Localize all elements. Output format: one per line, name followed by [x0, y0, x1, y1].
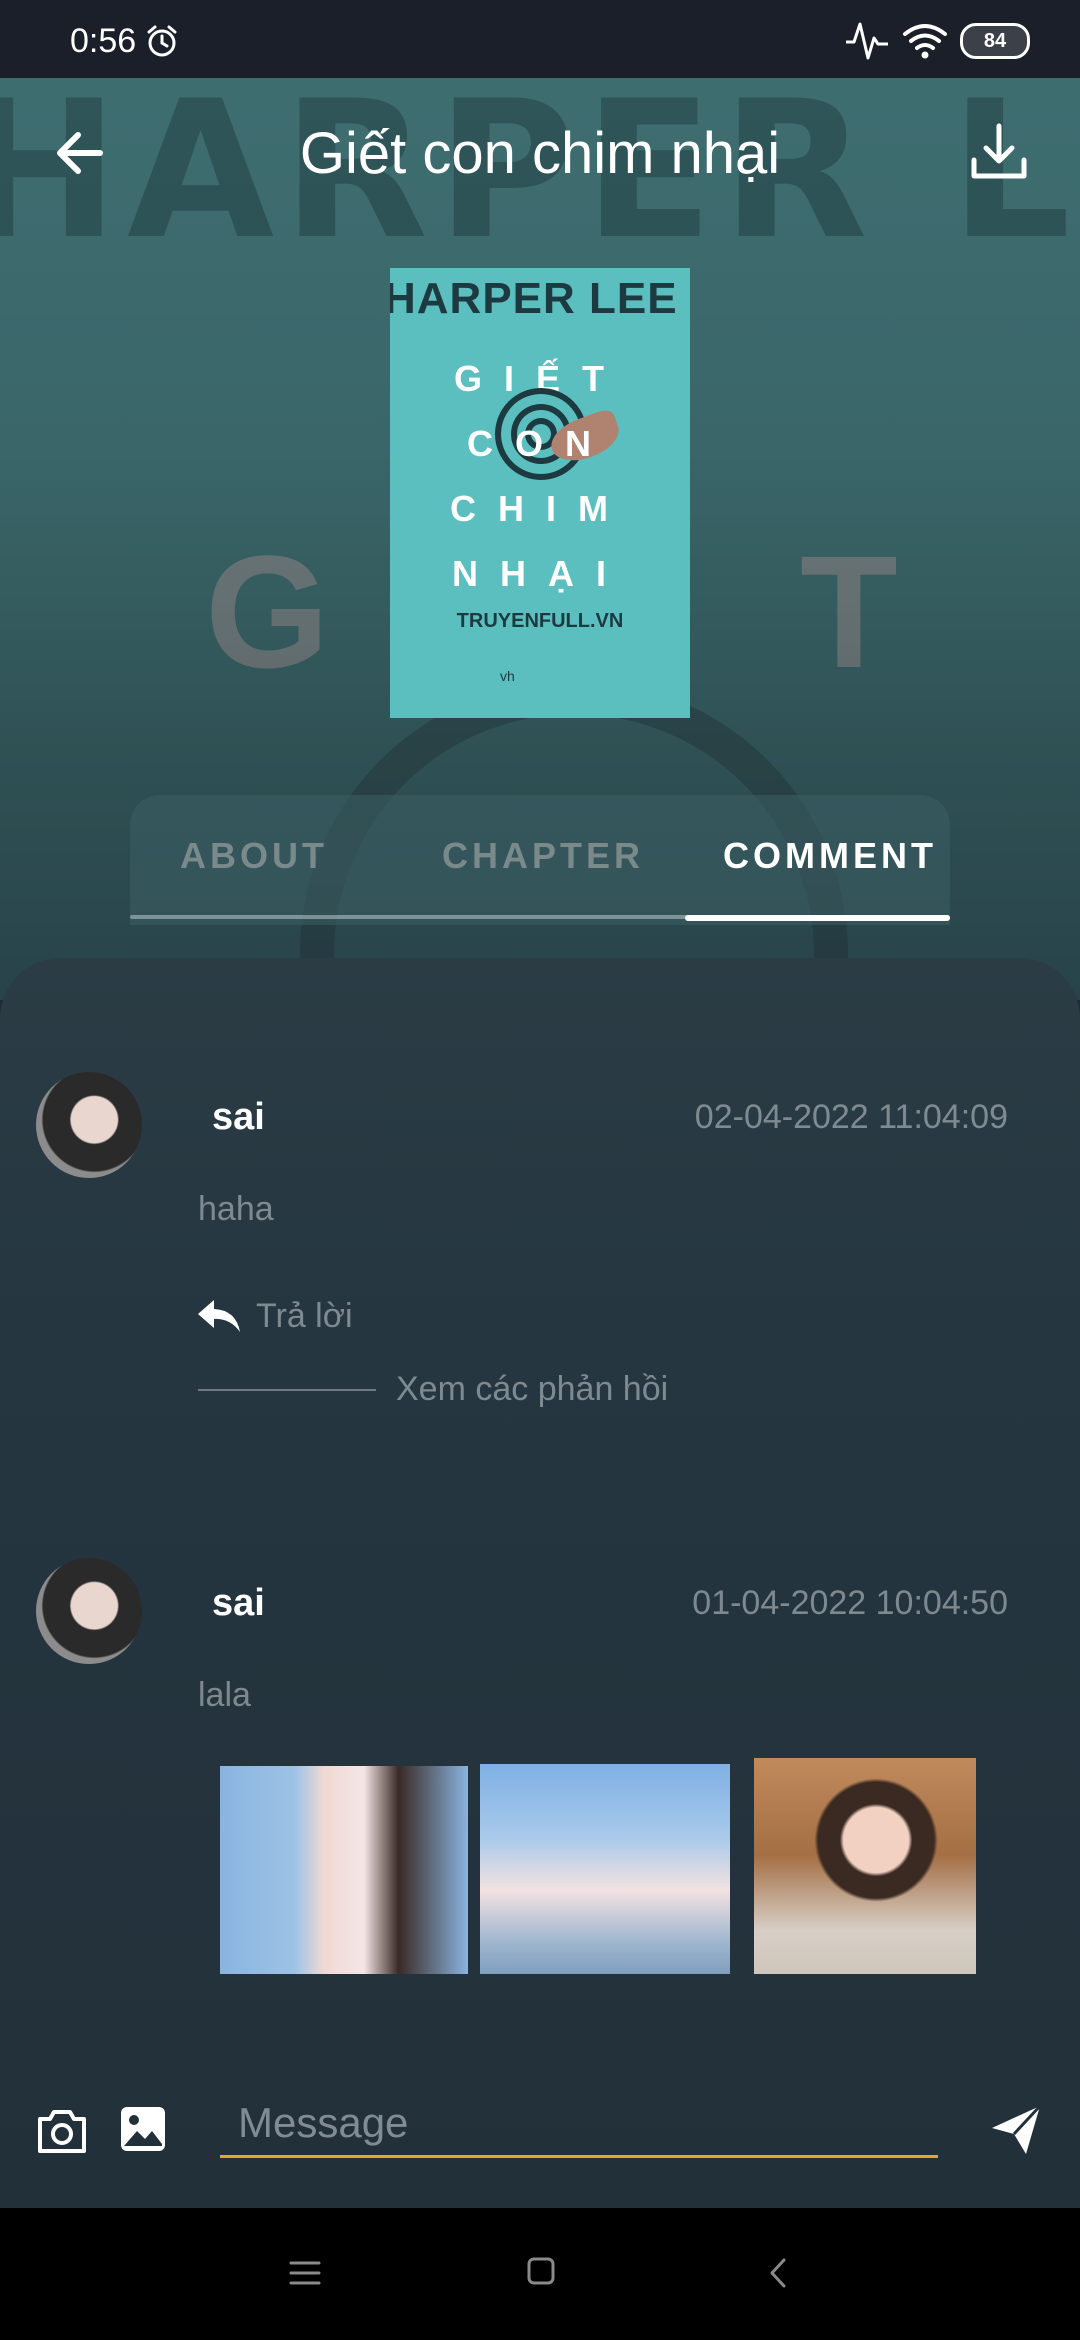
comment-photo[interactable] [220, 1766, 468, 1974]
send-icon[interactable] [990, 2104, 1042, 2156]
cover-author: HARPER LEE [390, 274, 678, 323]
comment-timestamp: 02-04-2022 11:04:09 [694, 1098, 1008, 1136]
alarm-icon [147, 25, 177, 57]
tab-indicator [685, 915, 950, 921]
battery-icon: 84 [960, 23, 1030, 59]
home-icon[interactable] [526, 2256, 556, 2286]
cover-title-line-4: NHẠI [452, 553, 628, 594]
avatar[interactable] [36, 1072, 142, 1178]
reply-label: Trả lời [256, 1296, 353, 1335]
avatar[interactable] [36, 1558, 142, 1664]
app-bar: Giết con chim nhại [0, 78, 1080, 238]
comment-text: haha [198, 1190, 274, 1228]
tab-chapter[interactable]: CHAPTER [442, 835, 644, 877]
tab-bar: ABOUT CHAPTER COMMENT [130, 795, 950, 925]
image-icon[interactable] [118, 2104, 168, 2154]
cover-title-line-3: CHIM [450, 488, 630, 529]
reply-button[interactable]: Trả lời [196, 1296, 353, 1336]
tab-comment[interactable]: COMMENT [723, 835, 937, 877]
status-time: 0:56 [70, 22, 137, 60]
message-composer [0, 2060, 1080, 2208]
cover-title-line-2: CON [467, 423, 613, 464]
recent-apps-icon[interactable] [288, 2258, 322, 2288]
camera-icon[interactable] [36, 2105, 88, 2155]
background-letter-t: T [800, 522, 898, 701]
cover-publisher: vh [500, 668, 515, 684]
page-title: Giết con chim nhại [299, 121, 781, 186]
comment-username[interactable]: sai [212, 1582, 265, 1625]
book-cover: HARPER LEE GIẾT CON CHIM NHẠI TRUYENFULL… [390, 268, 690, 718]
download-icon[interactable] [968, 120, 1030, 184]
comment-photo[interactable] [754, 1758, 976, 1974]
system-nav-bar [0, 2208, 1080, 2340]
activity-icon [846, 22, 888, 60]
comments-panel [0, 958, 1080, 2208]
view-replies-link[interactable]: Xem các phản hồi [198, 1370, 668, 1409]
status-bar: 0:56 84 [0, 0, 1080, 78]
battery-level: 84 [983, 29, 1007, 52]
comment-username[interactable]: sai [212, 1096, 265, 1139]
background-letter-g: G [205, 522, 330, 701]
wifi-icon [903, 24, 947, 59]
comment-text: lala [198, 1676, 251, 1714]
back-icon[interactable] [766, 2256, 790, 2290]
comment-timestamp: 01-04-2022 10:04:50 [692, 1584, 1008, 1622]
view-replies-label: Xem các phản hồi [396, 1370, 669, 1408]
view-replies-divider [198, 1388, 376, 1391]
comment-photo[interactable] [480, 1764, 730, 1974]
status-icons: 84 [844, 20, 1030, 62]
tab-about[interactable]: ABOUT [180, 835, 328, 877]
message-input[interactable] [220, 2090, 938, 2158]
reply-icon [198, 1300, 240, 1332]
cover-site: TRUYENFULL.VN [456, 610, 624, 632]
